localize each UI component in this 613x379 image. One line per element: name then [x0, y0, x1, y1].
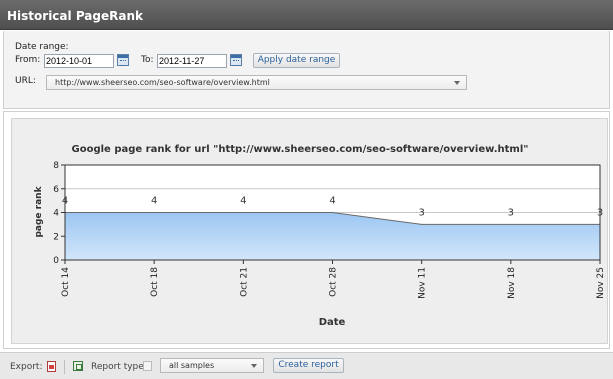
filter-panel: Date range: From: To: Apply date range U… — [3, 31, 610, 109]
page-title: Historical PageRank — [7, 9, 143, 23]
chart-title: Google page rank for url "http://www.she… — [72, 144, 529, 155]
report-type-label: Report type: — [91, 362, 147, 372]
report-footer: Export: Report type: all samples Create … — [0, 352, 613, 379]
from-label: From: — [15, 55, 41, 65]
export-label: Export: — [10, 362, 43, 372]
to-date-input[interactable] — [157, 54, 227, 68]
y-tick-label: 6 — [53, 185, 59, 195]
pdf-icon[interactable] — [47, 361, 56, 372]
chevron-down-icon — [454, 81, 460, 85]
to-label: To: — [141, 55, 154, 65]
y-tick-label: 2 — [53, 232, 59, 242]
url-select[interactable]: http://www.sheerseo.com/seo-software/ove… — [46, 75, 467, 90]
x-tick-label: Oct 18 — [150, 267, 160, 297]
apply-date-range-button[interactable]: Apply date range — [253, 53, 340, 68]
url-select-value: http://www.sheerseo.com/seo-software/ove… — [55, 78, 270, 87]
create-report-button[interactable]: Create report — [273, 358, 344, 373]
calendar-icon[interactable] — [230, 54, 242, 66]
y-axis-ticks: 02468 — [53, 161, 65, 266]
y-tick-label: 0 — [53, 256, 59, 266]
from-date-input[interactable] — [44, 54, 114, 68]
data-label: 3 — [418, 207, 424, 218]
url-label: URL: — [15, 76, 36, 86]
pagerank-chart: Google page rank for url "http://www.she… — [34, 144, 606, 328]
excel-icon[interactable] — [73, 361, 83, 371]
x-axis-ticks: Oct 14 Oct 18 Oct 21 Oct 28 Nov 11 Nov 18 Nov … — [61, 260, 606, 299]
calendar-icon[interactable] — [117, 54, 129, 66]
chevron-down-icon — [251, 364, 257, 368]
report-type-value: all samples — [169, 361, 215, 370]
help-icon — [143, 361, 152, 371]
chart-panel: Google page rank for url "http://www.she… — [3, 111, 610, 349]
data-label: 3 — [508, 207, 514, 218]
divider — [64, 360, 65, 374]
x-tick-label: Nov 25 — [596, 267, 606, 299]
y-tick-label: 8 — [53, 161, 59, 171]
x-tick-label: Nov 18 — [507, 267, 517, 299]
data-label: 4 — [329, 196, 335, 207]
report-type-select[interactable]: all samples — [160, 358, 264, 373]
chart-area: Google page rank for url "http://www.she… — [11, 118, 608, 344]
x-tick-label: Oct 28 — [329, 267, 339, 297]
y-axis-label: page rank — [34, 185, 44, 237]
x-tick-label: Oct 14 — [61, 267, 71, 297]
panel-header: Historical PageRank — [0, 0, 613, 30]
x-tick-label: Nov 11 — [418, 267, 428, 299]
data-label: 3 — [597, 207, 603, 218]
x-axis-label: Date — [319, 317, 346, 328]
x-tick-label: Oct 21 — [239, 267, 249, 297]
data-label: 4 — [240, 196, 246, 207]
data-label: 4 — [62, 196, 68, 207]
date-range-label: Date range: — [15, 42, 69, 52]
data-label: 4 — [151, 196, 157, 207]
y-tick-label: 4 — [53, 209, 59, 219]
